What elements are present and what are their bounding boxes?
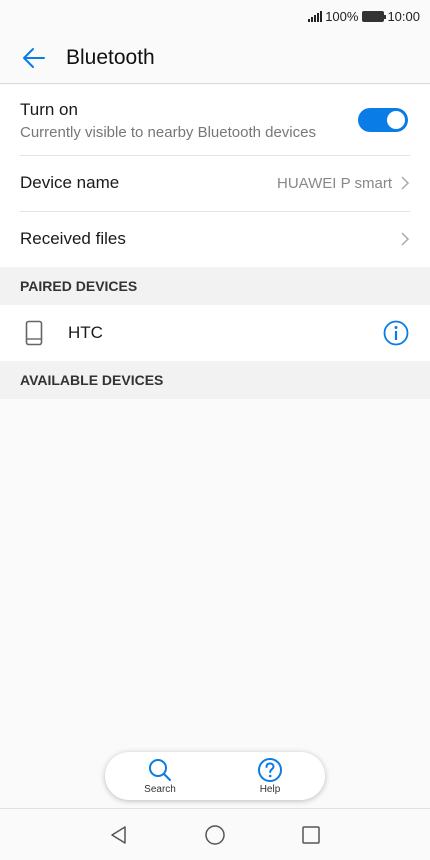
page-title: Bluetooth (66, 45, 155, 69)
paired-devices-list: HTC (0, 305, 430, 361)
battery-percent: 100% (325, 8, 359, 24)
bottom-action-bar: Search Help (105, 752, 325, 800)
bluetooth-settings-list: Turn on Currently visible to nearby Blue… (0, 85, 430, 267)
clock: 10:00 (387, 8, 420, 24)
app-bar: Bluetooth (0, 32, 430, 84)
paired-devices-header: PAIRED DEVICES (0, 267, 430, 305)
search-label: Search (144, 784, 176, 795)
help-button[interactable]: Help (235, 757, 305, 795)
system-nav-bar (0, 808, 430, 860)
help-icon (258, 758, 282, 782)
status-bar: 100% 10:00 (0, 0, 430, 32)
search-button[interactable]: Search (125, 757, 195, 795)
received-files-label: Received files (20, 229, 126, 248)
visibility-subtitle: Currently visible to nearby Bluetooth de… (20, 123, 316, 141)
paired-device-name: HTC (68, 323, 103, 342)
turn-on-row[interactable]: Turn on Currently visible to nearby Blue… (0, 85, 430, 155)
toggle-knob (387, 111, 405, 129)
chevron-right-icon (401, 176, 410, 190)
device-name-row[interactable]: Device name HUAWEI P smart (0, 155, 430, 211)
available-devices-header: AVAILABLE DEVICES (0, 361, 430, 399)
phone-icon (20, 319, 48, 347)
help-label: Help (259, 784, 281, 795)
chevron-right-icon (401, 232, 410, 246)
search-icon (149, 759, 171, 781)
signal-icon (308, 10, 323, 22)
nav-recents-icon[interactable] (263, 809, 359, 860)
nav-home-icon[interactable] (167, 809, 263, 860)
nav-back-icon[interactable] (71, 809, 167, 860)
battery-icon (362, 10, 387, 22)
info-icon[interactable] (382, 319, 410, 347)
device-name-value: HUAWEI P smart (276, 174, 392, 192)
device-name-label: Device name (20, 173, 120, 192)
bluetooth-toggle[interactable] (358, 108, 408, 132)
paired-device-item[interactable]: HTC (0, 305, 430, 361)
turn-on-label: Turn on (20, 99, 78, 119)
received-files-row[interactable]: Received files (0, 211, 430, 267)
back-arrow-icon[interactable] (10, 34, 58, 82)
